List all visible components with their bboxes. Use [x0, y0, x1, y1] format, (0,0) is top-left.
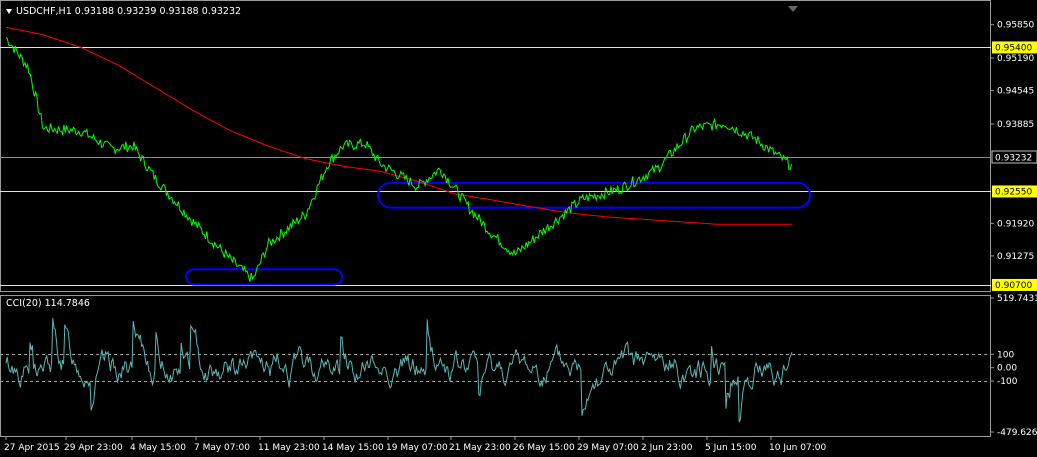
time-tick-label-12: 10 Jun 07:00: [769, 443, 826, 453]
price-tick-label-0: 0.95850: [997, 21, 1034, 31]
cci-indicator-label: CCI(20): [6, 298, 42, 309]
time-tick-label-9: 29 May 07:00: [577, 443, 639, 453]
chart-canvas[interactable]: 0.95850 0.95190 0.94545 0.93885 0.91920 0.912…: [0, 0, 1037, 457]
time-tick-label-1: 29 Apr 23:00: [64, 443, 123, 453]
level-price-label-2: 0.90700: [995, 281, 1032, 291]
current-price-label: 0.93232: [995, 154, 1032, 164]
main-panel-frame: [0, 0, 991, 292]
dropdown-triangle-icon[interactable]: [6, 9, 12, 14]
time-tick-label-6: 19 May 07:00: [386, 443, 448, 453]
cci-tick-label-4: -479.6265: [997, 428, 1037, 438]
level-price-label-0: 0.95400: [995, 43, 1032, 53]
price-series: [5, 26, 793, 282]
annotations: [185, 181, 811, 286]
ohlc-open: 0.93188: [74, 6, 115, 17]
cci-current-value: 114.7846: [44, 298, 90, 309]
time-tick-label-4: 11 May 23:00: [258, 443, 320, 453]
time-tick-label-10: 2 Jun 23:00: [641, 443, 693, 453]
price-tick-label-2: 0.94545: [997, 87, 1034, 97]
annotation-ellipse-0[interactable]: [185, 268, 343, 286]
main-chart-header: USDCHF,H1 0.93188 0.93239 0.93188 0.9323…: [6, 6, 241, 17]
time-tick-label-5: 14 May 15:00: [322, 443, 384, 453]
time-tick-label-7: 21 May 23:00: [449, 443, 511, 453]
time-tick-label-2: 4 May 15:00: [130, 443, 186, 453]
price-axis: 0.95850 0.95190 0.94545 0.93885 0.91920 0.912…: [991, 21, 1037, 291]
symbol-label: USDCHF,H1: [16, 6, 72, 17]
cci-panel-frame: [0, 295, 991, 437]
shift-marker-icon[interactable]: [788, 6, 798, 12]
price-tick-label-5: 0.91275: [997, 252, 1034, 262]
price-tick-label-1: 0.95190: [997, 54, 1034, 64]
ohlc-low: 0.93188: [159, 6, 199, 17]
moving-average-line: [5, 26, 792, 225]
level-price-label-1: 0.92550: [995, 187, 1032, 197]
ohlc-close: 0.93232: [201, 6, 242, 17]
ohlc-high: 0.93239: [117, 6, 157, 17]
time-tick-label-0: 27 Apr 2015: [4, 443, 60, 453]
time-tick-label-3: 7 May 07:00: [194, 443, 250, 453]
cci-axis: 519.7431 100 0.00 -100 -479.6265: [991, 294, 1037, 438]
time-axis: 27 Apr 2015 29 Apr 23:00 4 May 15:00 7 May …: [4, 436, 826, 453]
cci-tick-label-3: -100: [997, 377, 1018, 387]
price-tick-label-3: 0.93885: [997, 120, 1034, 130]
cci-header: CCI(20) 114.7846: [6, 298, 90, 309]
cci-tick-label-0: 519.7431: [997, 294, 1037, 304]
time-tick-label-8: 26 May 15:00: [513, 443, 575, 453]
cci-line: [5, 318, 793, 423]
cci-layer: [0, 318, 991, 423]
price-tick-label-4: 0.91920: [997, 219, 1034, 229]
price-line: [5, 37, 793, 282]
time-tick-label-11: 5 Jun 15:00: [705, 443, 757, 453]
cci-tick-label-1: 100: [997, 350, 1014, 360]
cci-tick-label-2: 0.00: [997, 364, 1017, 374]
